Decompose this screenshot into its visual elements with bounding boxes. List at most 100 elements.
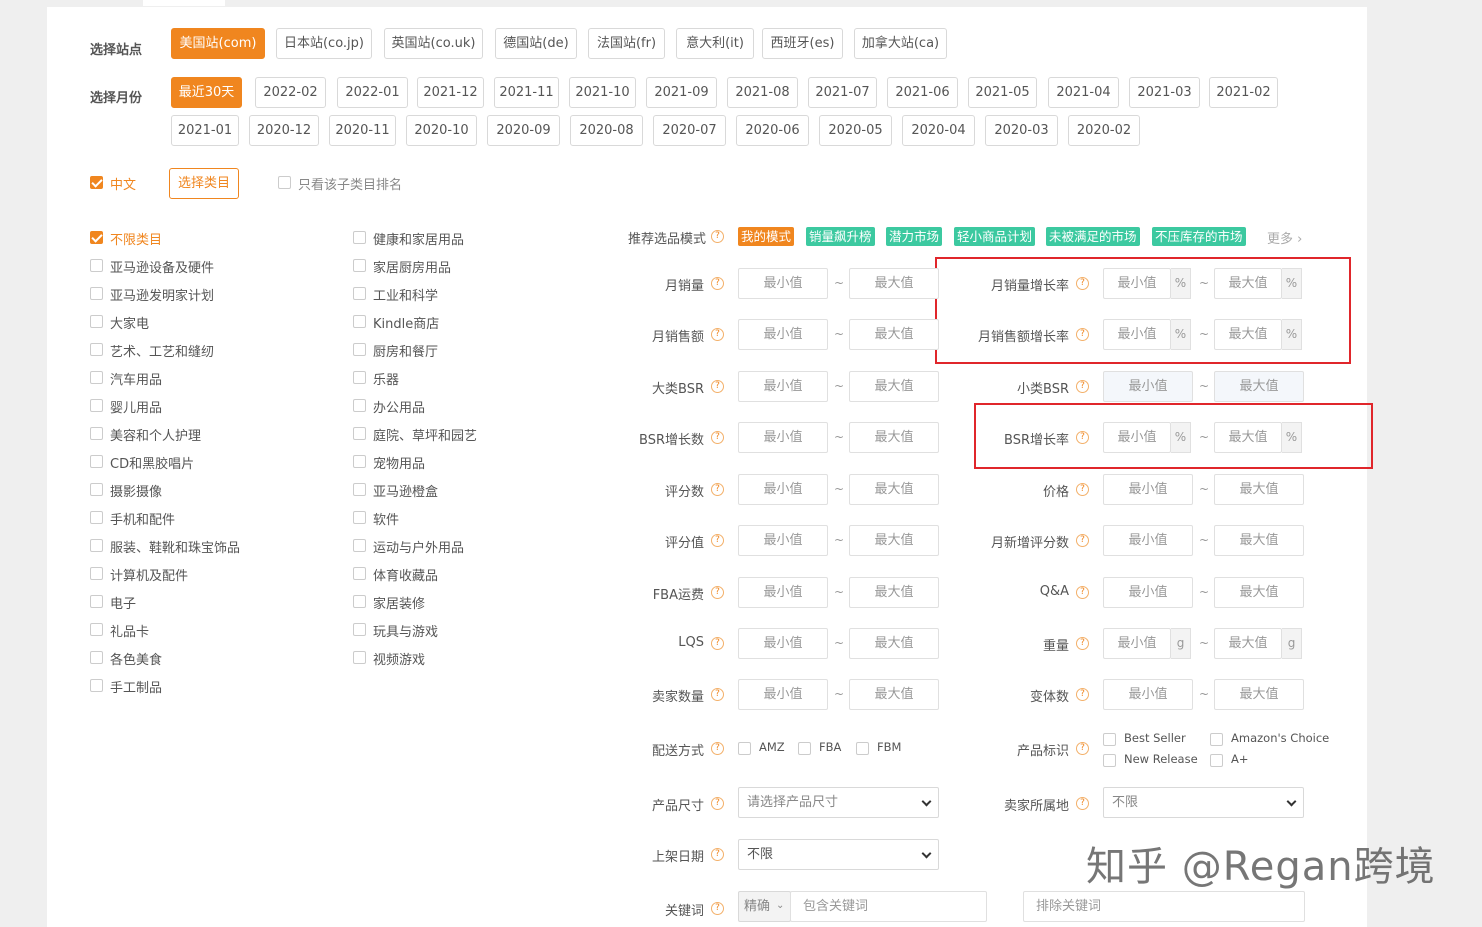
max-input[interactable]: 最大值 <box>1214 577 1304 608</box>
help-icon[interactable]: ? <box>1076 534 1089 547</box>
max-input[interactable]: 最大值 <box>849 319 939 350</box>
station-option[interactable]: 英国站(co.uk) <box>384 28 483 59</box>
help-icon[interactable]: ? <box>1076 328 1089 341</box>
product-tag-checkbox[interactable] <box>1103 733 1116 746</box>
select-category-button[interactable]: 选择类目 <box>169 168 239 199</box>
chinese-checkbox[interactable] <box>90 176 103 189</box>
min-input[interactable]: 最小值 <box>1103 319 1171 350</box>
min-input[interactable]: 最小值 <box>738 319 828 350</box>
help-icon[interactable]: ? <box>1076 431 1089 444</box>
category-checkbox[interactable] <box>353 399 366 412</box>
product-tag-checkbox[interactable] <box>1210 733 1223 746</box>
category-checkbox[interactable] <box>353 287 366 300</box>
include-keyword-input[interactable]: 包含关键词 <box>790 891 987 922</box>
category-checkbox[interactable] <box>353 511 366 524</box>
delivery-checkbox[interactable] <box>798 742 811 755</box>
station-option[interactable]: 日本站(co.jp) <box>276 28 372 59</box>
category-checkbox[interactable] <box>90 623 103 636</box>
min-input[interactable]: 最小值 <box>738 474 828 505</box>
mode-tag[interactable]: 不压库存的市场 <box>1152 227 1246 246</box>
min-input[interactable]: 最小值 <box>1103 525 1193 556</box>
max-input[interactable]: 最大值 <box>849 422 939 453</box>
help-icon[interactable]: ? <box>711 688 724 701</box>
category-checkbox[interactable] <box>90 427 103 440</box>
min-input[interactable]: 最小值 <box>1103 474 1193 505</box>
subcategory-only-checkbox[interactable] <box>278 176 291 189</box>
category-checkbox[interactable] <box>90 259 103 272</box>
help-icon[interactable]: ? <box>1076 380 1089 393</box>
max-input[interactable]: 最大值 <box>849 525 939 556</box>
exclude-keyword-input[interactable]: 排除关键词 <box>1023 891 1305 922</box>
category-checkbox[interactable] <box>353 259 366 272</box>
category-checkbox[interactable] <box>353 427 366 440</box>
delivery-checkbox[interactable] <box>738 742 751 755</box>
category-checkbox[interactable] <box>90 567 103 580</box>
month-option[interactable]: 2020-04 <box>902 115 975 146</box>
max-input[interactable]: 最大值 <box>849 474 939 505</box>
min-input[interactable]: 最小值 <box>738 525 828 556</box>
station-option[interactable]: 美国站(com) <box>171 28 265 59</box>
month-option[interactable]: 2020-02 <box>1068 115 1140 146</box>
help-icon[interactable]: ? <box>1076 797 1089 810</box>
min-input[interactable]: 最小值 <box>738 577 828 608</box>
max-input[interactable]: 最大值 <box>1214 628 1282 659</box>
month-option[interactable]: 2020-08 <box>570 115 643 146</box>
category-checkbox[interactable] <box>353 455 366 468</box>
seller-location-select[interactable]: 不限 <box>1103 787 1304 818</box>
category-checkbox[interactable] <box>353 595 366 608</box>
help-icon[interactable]: ? <box>1076 586 1089 599</box>
min-input[interactable]: 最小值 <box>738 268 828 299</box>
min-input[interactable]: 最小值 <box>738 422 828 453</box>
station-option[interactable]: 西班牙(es) <box>762 28 843 59</box>
month-option[interactable]: 2020-03 <box>985 115 1058 146</box>
category-checkbox[interactable] <box>90 511 103 524</box>
category-checkbox[interactable] <box>353 231 366 244</box>
help-icon[interactable]: ? <box>1076 637 1089 650</box>
mode-tag[interactable]: 销量飙升榜 <box>806 227 875 246</box>
category-checkbox[interactable] <box>90 343 103 356</box>
category-checkbox[interactable] <box>353 371 366 384</box>
mode-tag[interactable]: 潜力市场 <box>886 227 943 246</box>
month-option[interactable]: 2021-05 <box>968 77 1037 108</box>
month-option[interactable]: 2022-01 <box>337 77 408 108</box>
month-option[interactable]: 2021-01 <box>171 115 239 146</box>
category-checkbox[interactable] <box>90 231 103 244</box>
help-icon[interactable]: ? <box>1076 277 1089 290</box>
month-option[interactable]: 2020-12 <box>249 115 319 146</box>
month-option[interactable]: 2021-10 <box>569 77 636 108</box>
mode-tag[interactable]: 轻小商品计划 <box>954 227 1036 246</box>
listing-date-select[interactable]: 不限 <box>738 839 939 870</box>
min-input[interactable]: 最小值 <box>1103 268 1171 299</box>
category-checkbox[interactable] <box>353 539 366 552</box>
min-input[interactable]: 最小值 <box>738 628 828 659</box>
max-input[interactable]: 最大值 <box>849 577 939 608</box>
product-tag-checkbox[interactable] <box>1210 754 1223 767</box>
max-input[interactable]: 最大值 <box>1214 525 1304 556</box>
category-checkbox[interactable] <box>353 483 366 496</box>
mode-tag[interactable]: 我的模式 <box>738 227 795 246</box>
help-icon[interactable]: ? <box>711 483 724 496</box>
month-option[interactable]: 2021-08 <box>727 77 798 108</box>
product-tag-checkbox[interactable] <box>1103 754 1116 767</box>
month-option[interactable]: 2021-06 <box>887 77 958 108</box>
size-select[interactable]: 请选择产品尺寸 <box>738 787 939 818</box>
category-checkbox[interactable] <box>90 651 103 664</box>
max-input[interactable]: 最大值 <box>1214 422 1282 453</box>
category-checkbox[interactable] <box>353 567 366 580</box>
max-input[interactable]: 最大值 <box>849 268 939 299</box>
help-icon[interactable]: ? <box>711 637 724 650</box>
min-input[interactable]: 最小值 <box>1103 679 1193 710</box>
help-icon[interactable]: ? <box>711 848 724 861</box>
help-icon[interactable]: ? <box>711 230 724 243</box>
help-icon[interactable]: ? <box>1076 688 1089 701</box>
month-option[interactable]: 2021-03 <box>1129 77 1200 108</box>
help-icon[interactable]: ? <box>711 534 724 547</box>
category-checkbox[interactable] <box>90 287 103 300</box>
month-option[interactable]: 2020-07 <box>653 115 726 146</box>
help-icon[interactable]: ? <box>711 431 724 444</box>
help-icon[interactable]: ? <box>711 742 724 755</box>
min-input[interactable]: 最小值 <box>1103 422 1171 453</box>
mode-tag[interactable]: 未被满足的市场 <box>1046 227 1140 246</box>
max-input[interactable]: 最大值 <box>849 371 939 402</box>
min-input[interactable]: 最小值 <box>738 679 828 710</box>
